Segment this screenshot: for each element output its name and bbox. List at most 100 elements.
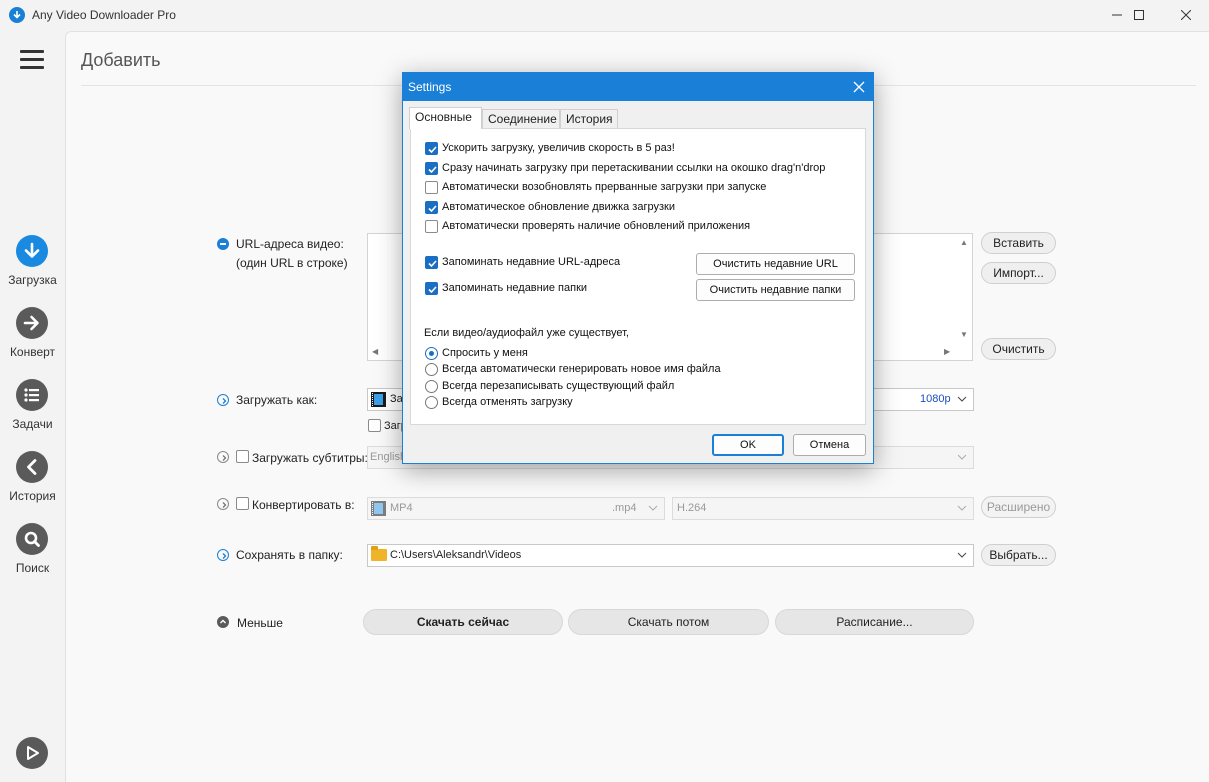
download-arrow-icon bbox=[16, 235, 48, 267]
convert-format-value: MP4 bbox=[390, 502, 413, 514]
subtitles-checkbox[interactable] bbox=[236, 450, 249, 463]
close-window-button[interactable] bbox=[1163, 0, 1209, 31]
tab-connection[interactable]: Соединение bbox=[482, 109, 560, 129]
url-hint-label: (один URL в строке) bbox=[236, 256, 348, 270]
subtitles-value: English bbox=[370, 451, 407, 463]
menu-hamburger-icon[interactable] bbox=[20, 50, 44, 70]
app-update-checkbox[interactable] bbox=[425, 220, 438, 233]
import-button[interactable]: Импорт... bbox=[981, 262, 1056, 284]
engine-update-label: Автоматическое обновление движка загрузк… bbox=[442, 201, 675, 213]
convert-codec-combo[interactable]: H.264 bbox=[672, 497, 974, 520]
collapse-minus-icon[interactable] bbox=[217, 238, 229, 250]
ok-button[interactable]: OK bbox=[712, 434, 784, 456]
cancel-button[interactable]: Отмена bbox=[793, 434, 866, 456]
paste-button[interactable]: Вставить bbox=[981, 232, 1056, 254]
video-film-icon bbox=[371, 392, 386, 407]
nav-item-convert[interactable]: Конверт bbox=[0, 307, 65, 373]
speedup-checkbox[interactable] bbox=[425, 142, 438, 155]
expand-chevron-icon[interactable] bbox=[217, 549, 229, 561]
nav-item-download[interactable]: Загрузка bbox=[0, 235, 65, 301]
schedule-button[interactable]: Расписание... bbox=[775, 609, 974, 635]
cancel-label: Всегда отменять загрузку bbox=[442, 396, 573, 408]
clear-recent-urls-button[interactable]: Очистить недавние URL bbox=[696, 253, 855, 275]
play-icon[interactable] bbox=[16, 737, 48, 769]
nav-label-download: Загрузка bbox=[8, 273, 57, 287]
resume-label: Автоматически возобновлять прерванные за… bbox=[442, 181, 767, 193]
nav-item-tasks[interactable]: Задачи bbox=[0, 379, 65, 445]
nav-label-convert: Конверт bbox=[9, 345, 56, 359]
dialog-title: Settings bbox=[408, 80, 452, 94]
remember-urls-checkbox[interactable] bbox=[425, 256, 438, 269]
history-back-icon bbox=[16, 451, 48, 483]
file-exists-label: Если видео/аудиофайл уже существует, bbox=[424, 327, 629, 339]
page-title: Добавить bbox=[81, 50, 161, 70]
tab-history[interactable]: История bbox=[560, 109, 618, 129]
convert-label: Конвертировать в: bbox=[252, 498, 355, 512]
nav-item-history[interactable]: История bbox=[0, 451, 65, 517]
general-tab-panel: Ускорить загрузку, увеличив скорость в 5… bbox=[410, 128, 866, 425]
quality-value: 1080p bbox=[920, 393, 951, 405]
remember-urls-label: Запоминать недавние URL-адреса bbox=[442, 256, 621, 268]
save-folder-value: C:\Users\Aleksandr\Videos bbox=[390, 549, 522, 561]
new-name-label: Всегда автоматически генерировать новое … bbox=[442, 363, 721, 375]
nav-label-history: История bbox=[9, 489, 56, 503]
engine-update-checkbox[interactable] bbox=[425, 201, 438, 214]
subtitles-label: Загружать субтитры: bbox=[252, 451, 368, 465]
close-icon[interactable] bbox=[851, 79, 867, 95]
resume-checkbox[interactable] bbox=[425, 181, 438, 194]
save-folder-combo[interactable]: C:\Users\Aleksandr\Videos bbox=[367, 544, 974, 567]
title-bar: Any Video Downloader Pro bbox=[0, 0, 1209, 31]
download-now-button[interactable]: Скачать сейчас bbox=[363, 609, 563, 635]
overwrite-radio[interactable] bbox=[425, 380, 438, 393]
overwrite-label: Всегда перезаписывать существующий файл bbox=[442, 380, 675, 392]
chevron-down-icon bbox=[957, 505, 967, 511]
window-title: Any Video Downloader Pro bbox=[32, 8, 176, 22]
nav-item-search[interactable]: Поиск bbox=[0, 523, 65, 589]
expand-chevron-icon[interactable] bbox=[217, 451, 229, 463]
speedup-label: Ускорить загрузку, увеличив скорость в 5… bbox=[442, 142, 675, 154]
url-vertical-scrollbar[interactable]: ▲ ▼ bbox=[956, 234, 972, 344]
chevron-down-icon bbox=[957, 396, 967, 402]
convert-checkbox[interactable] bbox=[236, 497, 249, 510]
convert-format-combo[interactable]: MP4 .mp4 bbox=[367, 497, 665, 520]
video-film-icon bbox=[371, 501, 386, 516]
clear-button[interactable]: Очистить bbox=[981, 338, 1056, 360]
search-icon bbox=[16, 523, 48, 555]
browse-button[interactable]: Выбрать... bbox=[981, 544, 1056, 566]
download-as-label: Загружать как: bbox=[236, 393, 318, 407]
remember-folders-checkbox[interactable] bbox=[425, 282, 438, 295]
task-list-icon bbox=[16, 379, 48, 411]
download-later-button[interactable]: Скачать потом bbox=[568, 609, 769, 635]
download-as-value: За bbox=[390, 393, 403, 405]
app-update-label: Автоматически проверять наличие обновлен… bbox=[442, 220, 751, 232]
ask-radio[interactable] bbox=[425, 347, 438, 360]
less-label[interactable]: Меньше bbox=[237, 616, 283, 630]
advanced-button[interactable]: Расширено bbox=[981, 496, 1056, 518]
convert-codec-value: H.264 bbox=[677, 502, 707, 514]
settings-dialog: Settings Основные Соединение История Уск… bbox=[402, 72, 874, 464]
chevron-down-icon bbox=[957, 454, 967, 460]
expand-chevron-icon[interactable] bbox=[217, 394, 229, 406]
expand-chevron-icon[interactable] bbox=[217, 498, 229, 510]
folder-icon bbox=[371, 546, 387, 561]
dragdrop-checkbox[interactable] bbox=[425, 162, 438, 175]
maximize-button[interactable] bbox=[1116, 0, 1162, 31]
convert-arrow-icon bbox=[16, 307, 48, 339]
clear-recent-folders-button[interactable]: Очистить недавние папки bbox=[696, 279, 855, 301]
cancel-radio[interactable] bbox=[425, 396, 438, 409]
download-audio-checkbox[interactable] bbox=[368, 419, 381, 432]
remember-folders-label: Запоминать недавние папки bbox=[442, 282, 588, 294]
new-name-radio[interactable] bbox=[425, 363, 438, 376]
chevron-down-icon bbox=[648, 505, 658, 511]
dragdrop-label: Сразу начинать загрузку при перетаскиван… bbox=[442, 162, 826, 174]
tab-general[interactable]: Основные bbox=[409, 107, 482, 129]
nav-label-search: Поиск bbox=[15, 561, 50, 575]
chevron-down-icon bbox=[957, 552, 967, 558]
collapse-up-icon[interactable] bbox=[217, 616, 229, 628]
convert-ext-value: .mp4 bbox=[612, 502, 637, 514]
url-label: URL-адреса видео: bbox=[236, 237, 344, 251]
app-logo-icon bbox=[9, 7, 25, 23]
left-nav: Загрузка Конверт Задачи История Поиск bbox=[0, 31, 65, 782]
dialog-title-bar: Settings bbox=[403, 73, 873, 101]
save-to-label: Сохранять в папку: bbox=[236, 548, 343, 562]
